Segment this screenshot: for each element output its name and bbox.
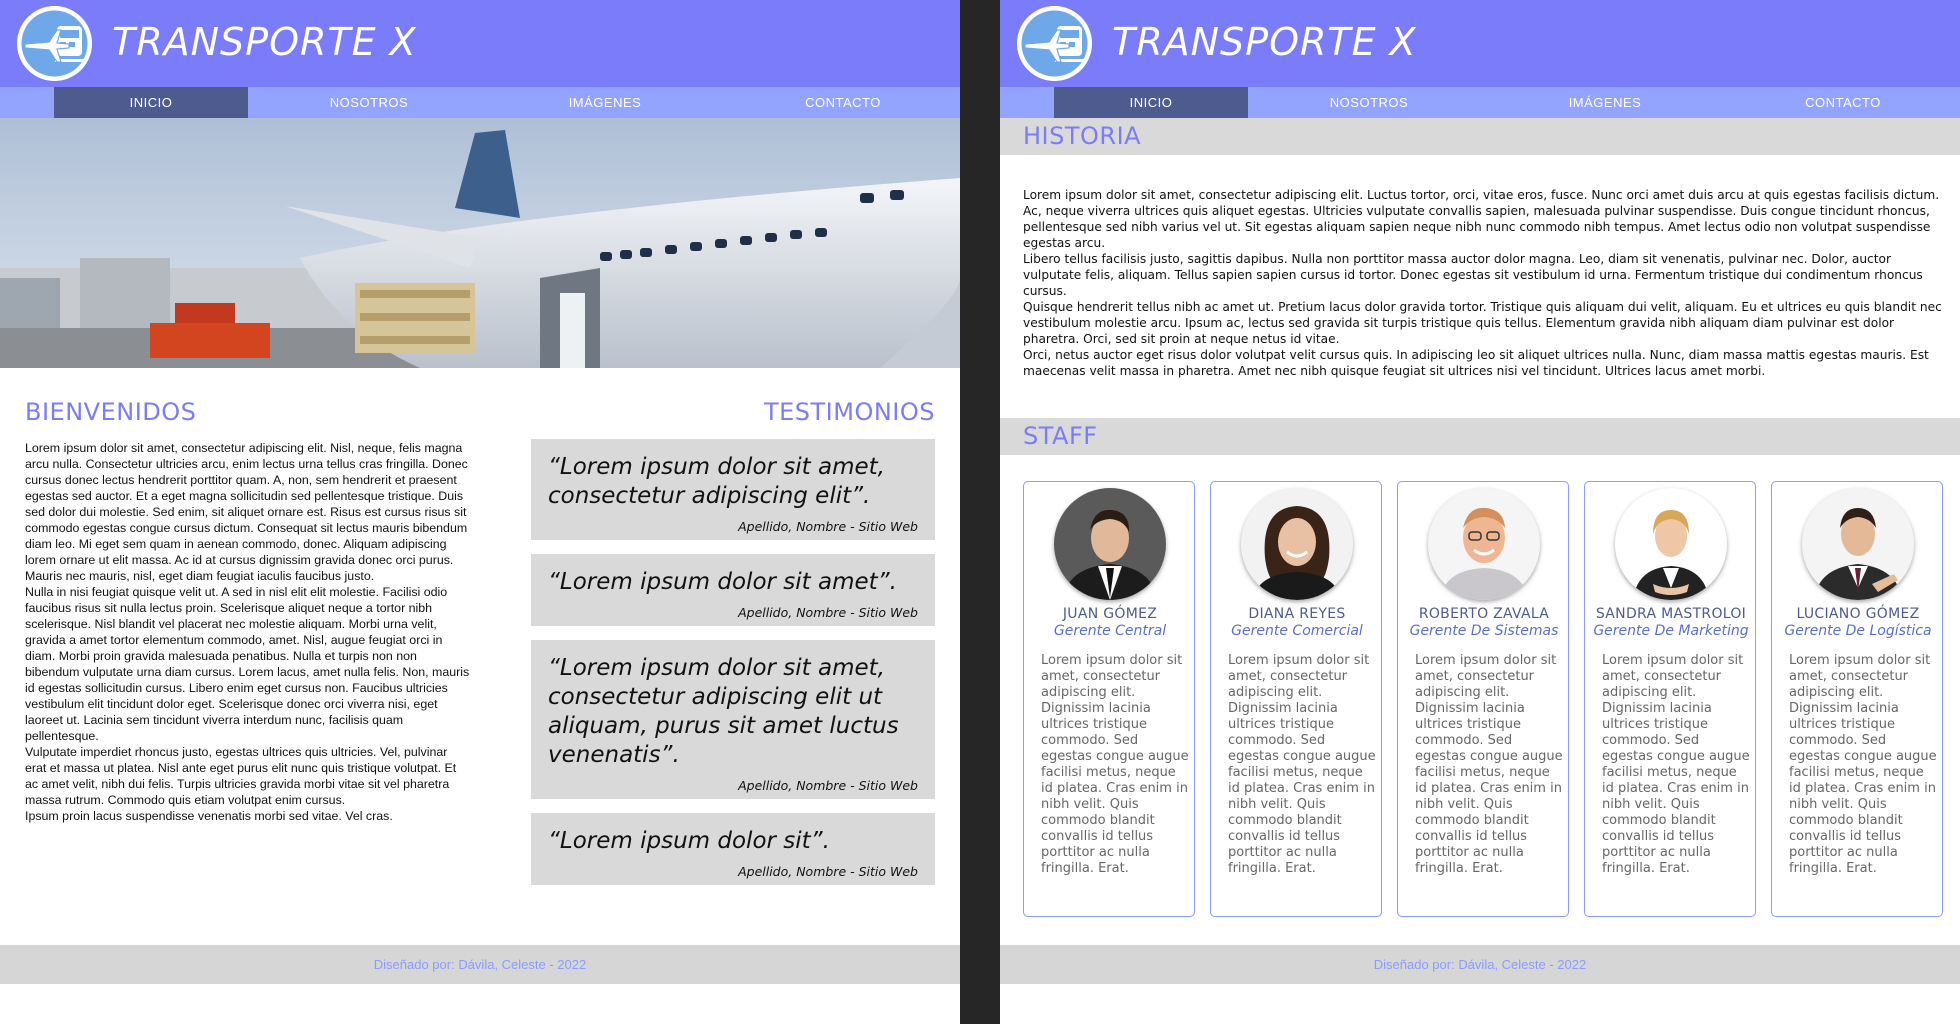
nav-imagenes[interactable]: IMÁGENES (1508, 87, 1702, 118)
testimonial-quote: “Lorem ipsum dolor sit amet”. (548, 569, 897, 595)
avatar-photo (1428, 488, 1540, 600)
staff-name: ROBERTO ZAVALA (1418, 606, 1550, 622)
avatar-photo (1802, 488, 1914, 600)
nav-nosotros[interactable]: NOSOTROS (272, 87, 466, 118)
nav-nosotros[interactable]: NOSOTROS (1272, 87, 1466, 118)
site-brand[interactable]: TRANSPORTE X (1112, 20, 1417, 64)
stage: TRANSPORTE X INICIO NOSOTROS IMÁGENES CO… (0, 0, 1960, 1024)
logo-plane-train-icon[interactable] (17, 6, 92, 81)
testimonial-cite: Apellido, Nombre - Sitio Web (738, 778, 918, 793)
staff-role: Gerente De Logística (1784, 623, 1932, 639)
staff-bio: Lorem ipsum dolor sit amet, consectetur … (1602, 653, 1750, 876)
staff-bio: Lorem ipsum dolor sit amet, consectetur … (1228, 653, 1376, 876)
historia-heading: HISTORIA (1023, 122, 1142, 150)
historia-band: HISTORIA (1000, 118, 1960, 155)
staff-card: LUCIANO GÓMEZ Gerente De Logística Lorem… (1771, 481, 1943, 917)
logo-plane-train-icon[interactable] (1017, 6, 1092, 81)
nav-imagenes[interactable]: IMÁGENES (508, 87, 702, 118)
staff-card: SANDRA MASTROLOI Gerente De Marketing Lo… (1584, 481, 1756, 917)
hero-image-cargo-plane (0, 118, 960, 368)
staff-card: ROBERTO ZAVALA Gerente De Sistemas Lorem… (1397, 481, 1569, 917)
site-header: TRANSPORTE X (0, 0, 960, 87)
bienvenidos-heading: BIENVENIDOS (25, 398, 197, 426)
historia-paragraph: Quisque hendrerit tellus nibh ac amet ut… (1023, 300, 1942, 346)
bienvenidos-text: Lorem ipsum dolor sit amet, consectetur … (25, 440, 470, 824)
staff-role: Gerente Comercial (1231, 623, 1363, 639)
bienvenidos-paragraph: Nulla in nisi feugiat quisque velit ut. … (25, 585, 470, 743)
testimonial-card: “Lorem ipsum dolor sit amet, consectetur… (531, 640, 935, 799)
testimonial-card: “Lorem ipsum dolor sit”. Apellido, Nombr… (531, 813, 935, 885)
bienvenidos-paragraph: Ipsum proin lacus suspendisse venenatis … (25, 809, 393, 823)
main-nav: INICIO NOSOTROS IMÁGENES CONTACTO (0, 87, 960, 118)
testimonial-quote: “Lorem ipsum dolor sit amet, consectetur… (548, 655, 899, 768)
panel-divider (960, 0, 1000, 1024)
bienvenidos-paragraph: Lorem ipsum dolor sit amet, consectetur … (25, 441, 468, 583)
staff-name: SANDRA MASTROLOI (1595, 606, 1747, 622)
testimonial-cite: Apellido, Nombre - Sitio Web (738, 519, 918, 534)
testimonial-cite: Apellido, Nombre - Sitio Web (738, 605, 918, 620)
staff-card: DIANA REYES Gerente Comercial Lorem ipsu… (1210, 481, 1382, 917)
main-nav: INICIO NOSOTROS IMÁGENES CONTACTO (1000, 87, 1960, 118)
nav-contacto[interactable]: CONTACTO (1746, 87, 1940, 118)
site-brand[interactable]: TRANSPORTE X (112, 20, 417, 64)
testimonial-card: “Lorem ipsum dolor sit amet, consectetur… (531, 439, 935, 540)
staff-role: Gerente Central (1053, 623, 1167, 639)
site-footer: Diseñado por: Dávila, Celeste - 2022 (1000, 945, 1960, 984)
staff-name: DIANA REYES (1248, 606, 1346, 622)
avatar-photo (1054, 488, 1166, 600)
staff-bio: Lorem ipsum dolor sit amet, consectetur … (1041, 653, 1189, 876)
staff-card: JUAN GÓMEZ Gerente Central Lorem ipsum d… (1023, 481, 1195, 917)
nav-inicio[interactable]: INICIO (1054, 87, 1248, 118)
staff-bio: Lorem ipsum dolor sit amet, consectetur … (1789, 653, 1937, 876)
testimonial-card: “Lorem ipsum dolor sit amet”. Apellido, … (531, 554, 935, 626)
historia-text: Lorem ipsum dolor sit amet, consectetur … (1023, 187, 1943, 379)
historia-paragraph: Orci, netus auctor eget risus dolor volu… (1023, 348, 1929, 378)
staff-heading: STAFF (1023, 422, 1098, 450)
nav-inicio[interactable]: INICIO (54, 87, 248, 118)
testimonial-quote: “Lorem ipsum dolor sit”. (548, 828, 830, 854)
testimonials-list: “Lorem ipsum dolor sit amet, consectetur… (531, 439, 935, 899)
staff-bio: Lorem ipsum dolor sit amet, consectetur … (1415, 653, 1563, 876)
avatar-photo (1241, 488, 1353, 600)
staff-role: Gerente De Sistemas (1409, 623, 1559, 639)
site-footer: Diseñado por: Dávila, Celeste - 2022 (0, 945, 960, 984)
staff-role: Gerente De Marketing (1593, 623, 1749, 639)
staff-name: LUCIANO GÓMEZ (1796, 606, 1920, 622)
historia-paragraph: Lorem ipsum dolor sit amet, consectetur … (1023, 188, 1940, 250)
staff-grid: JUAN GÓMEZ Gerente Central Lorem ipsum d… (1023, 481, 1943, 917)
nav-contacto[interactable]: CONTACTO (746, 87, 940, 118)
testimonios-heading: TESTIMONIOS (763, 398, 935, 426)
staff-name: JUAN GÓMEZ (1062, 606, 1158, 622)
bienvenidos-paragraph: Vulputate imperdiet rhoncus justo, egest… (25, 745, 457, 807)
testimonial-quote: “Lorem ipsum dolor sit amet, consectetur… (548, 454, 885, 509)
site-header: TRANSPORTE X (1000, 0, 1960, 87)
avatar-photo (1615, 488, 1727, 600)
about-page: TRANSPORTE X INICIO NOSOTROS IMÁGENES CO… (1000, 0, 1960, 1024)
testimonial-cite: Apellido, Nombre - Sitio Web (738, 864, 918, 879)
historia-paragraph: Libero tellus facilisis justo, sagittis … (1023, 252, 1923, 298)
staff-band: STAFF (1000, 418, 1960, 455)
home-page: TRANSPORTE X INICIO NOSOTROS IMÁGENES CO… (0, 0, 960, 1024)
